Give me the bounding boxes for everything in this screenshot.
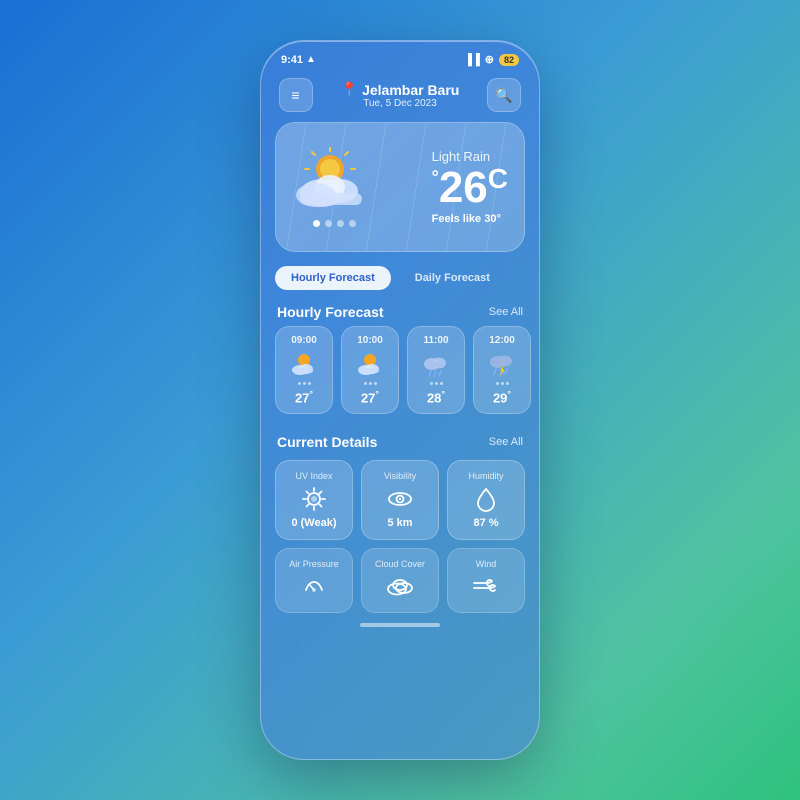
hour-icon-3 bbox=[488, 350, 516, 378]
dot-3 bbox=[337, 220, 344, 227]
hour-card-0: 09:00 27° bbox=[275, 326, 333, 414]
detail-uv-index: UV Index 0 (Weak) bbox=[275, 460, 353, 540]
menu-button[interactable]: ≡ bbox=[279, 78, 313, 112]
hour-dots-1 bbox=[364, 382, 377, 385]
detail-humidity: Humidity 87 % bbox=[447, 460, 525, 540]
search-button[interactable]: 🔍 bbox=[487, 78, 521, 112]
visibility-value: 5 km bbox=[387, 517, 412, 529]
temp-degree-symbol: ° bbox=[432, 168, 439, 188]
location-row: 📍 Jelambar Baru bbox=[341, 81, 460, 98]
location-info: 📍 Jelambar Baru Tue, 5 Dec 2023 bbox=[341, 81, 460, 109]
hamburger-icon: ≡ bbox=[291, 87, 300, 103]
details-section-header: Current Details See All bbox=[261, 428, 539, 456]
weather-icon-area bbox=[292, 147, 377, 227]
uv-index-icon bbox=[301, 486, 327, 512]
forecast-tabs: Hourly Forecast Daily Forecast bbox=[275, 266, 525, 290]
hour-card-1: 10:00 27° bbox=[341, 326, 399, 414]
home-indicator bbox=[360, 623, 440, 627]
hour-icon-2 bbox=[422, 350, 450, 378]
air-pressure-icon bbox=[301, 574, 327, 596]
location-arrow-icon: ▲ bbox=[306, 54, 316, 65]
dot-2 bbox=[325, 220, 332, 227]
hourly-title: Hourly Forecast bbox=[277, 304, 384, 320]
hour-dots-3 bbox=[496, 382, 509, 385]
current-details-grid: UV Index 0 (Weak) Visibility bbox=[261, 460, 539, 540]
air-pressure-label: Air Pressure bbox=[289, 559, 339, 569]
hour-dots-0 bbox=[298, 382, 311, 385]
temp-unit: C bbox=[488, 164, 508, 195]
uv-value: 0 (Weak) bbox=[291, 517, 336, 529]
status-icons: ▐▐ ⊕ 82 bbox=[464, 53, 519, 66]
hour-temp-1: 27° bbox=[361, 389, 379, 405]
hour-card-3: 12:00 29° bbox=[473, 326, 531, 414]
detail-visibility: Visibility 5 km bbox=[361, 460, 439, 540]
sun-cloud-icon bbox=[292, 147, 377, 212]
hour-temp-3: 29° bbox=[493, 389, 511, 405]
feels-like-row: Feels like 30° bbox=[432, 213, 508, 225]
hourly-see-all[interactable]: See All bbox=[489, 306, 523, 318]
feels-like-value: 30° bbox=[484, 213, 501, 225]
status-time: 9:41 ▲ bbox=[281, 54, 316, 66]
uv-label: UV Index bbox=[295, 471, 332, 481]
weather-main-card: Light Rain ° 26 C Feels like 30° bbox=[275, 122, 525, 252]
details-see-all[interactable]: See All bbox=[489, 436, 523, 448]
dot-1 bbox=[313, 220, 320, 227]
wifi-icon: ⊕ bbox=[485, 53, 494, 66]
humidity-label: Humidity bbox=[468, 471, 503, 481]
hour-temp-0: 27° bbox=[295, 389, 313, 405]
detail-wind: Wind bbox=[447, 548, 525, 613]
detail-air-pressure: Air Pressure bbox=[275, 548, 353, 613]
search-icon: 🔍 bbox=[495, 87, 512, 104]
temperature-display: ° 26 C bbox=[432, 164, 508, 212]
dot-4 bbox=[349, 220, 356, 227]
hour-time-3: 12:00 bbox=[489, 335, 515, 346]
pin-icon: 📍 bbox=[341, 81, 358, 98]
visibility-icon bbox=[387, 486, 413, 512]
tab-hourly[interactable]: Hourly Forecast bbox=[275, 266, 391, 290]
temp-value: 26 bbox=[439, 164, 488, 212]
signal-icon: ▐▐ bbox=[464, 54, 480, 66]
humidity-icon bbox=[473, 486, 499, 512]
hourly-forecast-list: 09:00 27° 10:00 bbox=[261, 326, 539, 414]
app-header: ≡ 📍 Jelambar Baru Tue, 5 Dec 2023 🔍 bbox=[261, 72, 539, 122]
detail-cloud-cover: Cloud Cover bbox=[361, 548, 439, 613]
battery-display: 82 bbox=[499, 54, 519, 66]
hour-dots-2 bbox=[430, 382, 443, 385]
status-bar: 9:41 ▲ ▐▐ ⊕ 82 bbox=[261, 41, 539, 72]
cloud-cover-icon bbox=[385, 574, 415, 596]
hour-time-1: 10:00 bbox=[357, 335, 383, 346]
feels-like-label: Feels like bbox=[432, 213, 482, 225]
location-name: Jelambar Baru bbox=[362, 82, 459, 98]
details-title: Current Details bbox=[277, 434, 377, 450]
weather-text-info: Light Rain ° 26 C Feels like 30° bbox=[432, 149, 508, 224]
hour-time-2: 11:00 bbox=[423, 335, 448, 346]
wind-label: Wind bbox=[476, 559, 497, 569]
tab-daily[interactable]: Daily Forecast bbox=[399, 266, 506, 290]
carousel-dots bbox=[313, 220, 356, 227]
humidity-value: 87 % bbox=[473, 517, 498, 529]
wind-icon bbox=[472, 574, 500, 596]
hour-card-2: 11:00 28° bbox=[407, 326, 465, 414]
weather-condition: Light Rain bbox=[432, 149, 508, 164]
time-display: 9:41 bbox=[281, 54, 303, 66]
hour-icon-1 bbox=[356, 350, 384, 378]
phone-content: 9:41 ▲ ▐▐ ⊕ 82 ≡ 📍 Jelambar Baru Tue, 5 … bbox=[261, 41, 539, 759]
visibility-label: Visibility bbox=[384, 471, 416, 481]
hour-icon-0 bbox=[290, 350, 318, 378]
current-date: Tue, 5 Dec 2023 bbox=[341, 98, 460, 109]
phone-frame: 9:41 ▲ ▐▐ ⊕ 82 ≡ 📍 Jelambar Baru Tue, 5 … bbox=[260, 40, 540, 760]
cloud-cover-label: Cloud Cover bbox=[375, 559, 425, 569]
hour-temp-2: 28° bbox=[427, 389, 445, 405]
bottom-details-grid: Air Pressure Cloud Cover Wind bbox=[261, 548, 539, 613]
hourly-section-header: Hourly Forecast See All bbox=[261, 298, 539, 326]
hour-time-0: 09:00 bbox=[291, 335, 317, 346]
